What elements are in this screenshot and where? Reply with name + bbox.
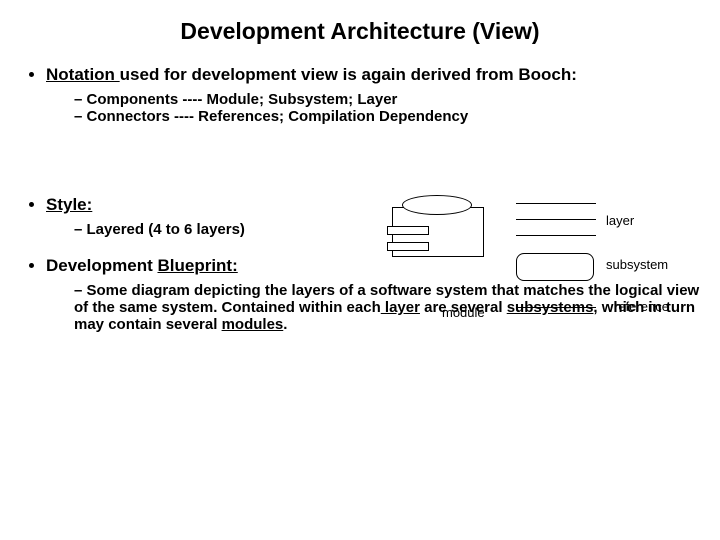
layer-line-2 bbox=[516, 219, 596, 220]
blueprint-lead-plain: Development bbox=[46, 256, 157, 275]
notation-sublist: Components ---- Module; Subsystem; Layer… bbox=[46, 91, 702, 125]
reference-label: reference bbox=[614, 299, 669, 314]
subsystem-shape bbox=[516, 253, 594, 281]
reference-line bbox=[516, 307, 596, 308]
notation-legend: layer subsystem module reference bbox=[388, 195, 698, 325]
slide-title: Development Architecture (View) bbox=[0, 0, 720, 55]
layer-line-3 bbox=[516, 235, 596, 236]
notation-rest: used for development view is again deriv… bbox=[120, 65, 577, 84]
subsystem-label: subsystem bbox=[606, 257, 668, 272]
module-bar-2 bbox=[387, 242, 429, 251]
layer-line-1 bbox=[516, 203, 596, 204]
bp-p4: . bbox=[283, 316, 287, 333]
bullet-notation: Notation used for development view is ag… bbox=[46, 65, 702, 125]
module-label: module bbox=[442, 305, 485, 320]
blueprint-lead-u: Blueprint: bbox=[157, 256, 237, 275]
notation-underlined: Notation bbox=[46, 65, 120, 84]
bp-u3: modules bbox=[222, 316, 284, 333]
sub-components: Components ---- Module; Subsystem; Layer bbox=[74, 91, 702, 108]
module-bar-1 bbox=[387, 226, 429, 235]
style-label: Style: bbox=[46, 195, 92, 214]
layer-label: layer bbox=[606, 213, 634, 228]
sub-connectors: Connectors ---- References; Compilation … bbox=[74, 108, 702, 125]
module-oval bbox=[402, 195, 472, 215]
bullet-list: Notation used for development view is ag… bbox=[18, 65, 702, 125]
